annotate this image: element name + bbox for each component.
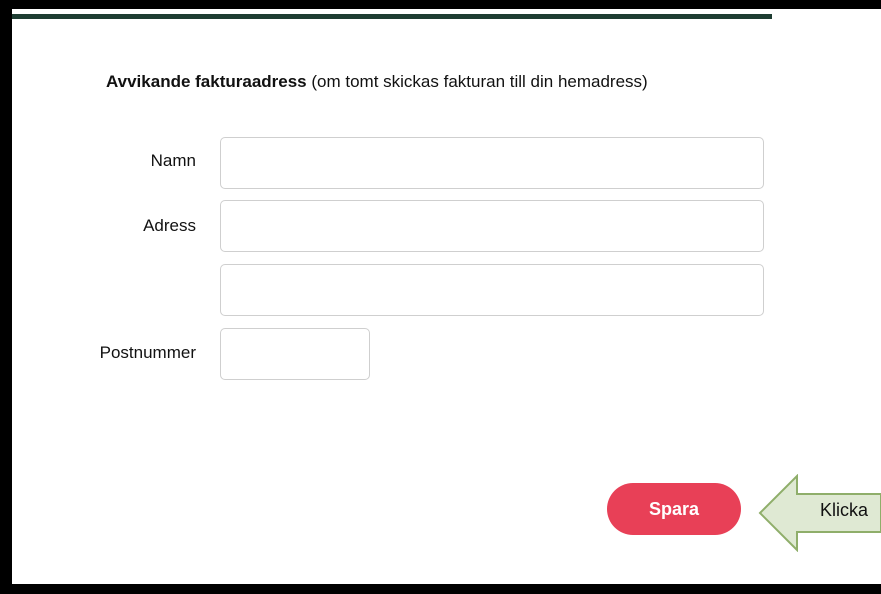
address-label: Adress (143, 216, 196, 235)
section-heading-bold: Avvikande fakturaadress (106, 72, 307, 91)
save-button[interactable]: Spara (607, 483, 741, 535)
section-heading: Avvikande fakturaadress (om tomt skickas… (106, 68, 666, 96)
name-input[interactable] (220, 137, 764, 189)
header-divider (12, 14, 772, 19)
postal-code-label: Postnummer (99, 343, 196, 362)
callout-label: Klicka (820, 500, 869, 520)
frame-border-bottom (0, 584, 881, 594)
frame-border-left (0, 0, 12, 594)
postal-code-input[interactable] (220, 328, 370, 380)
address-input-line1[interactable] (220, 200, 764, 252)
name-label: Namn (150, 151, 196, 170)
section-heading-note: (om tomt skickas fakturan till din hemad… (306, 72, 648, 91)
frame-border-top (0, 0, 881, 9)
address-input-line2[interactable] (220, 264, 764, 316)
